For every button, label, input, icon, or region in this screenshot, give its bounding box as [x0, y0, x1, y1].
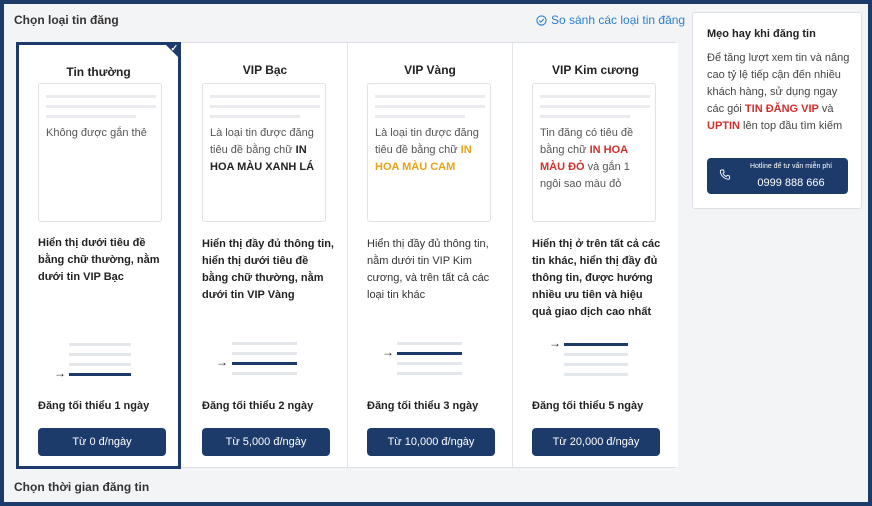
hotline-number: 0999 888 666: [757, 177, 825, 189]
tips-highlight-uptin: UPTIN: [707, 120, 740, 132]
preview-text: Là loại tin được đăng tiêu đề bằng chữ I…: [210, 127, 315, 173]
card-vip-bac[interactable]: VIP Bạc Là loại tin được đăng tiêu đề bằ…: [183, 43, 348, 467]
preview-box: Tin đăng có tiêu đề bằng chữ IN HOA MÀU …: [532, 83, 656, 222]
tips-highlight-vip: TIN ĐĂNG VIP: [744, 103, 819, 115]
rank-illustration: →: [19, 343, 184, 383]
hotline-label: Hotline để tư vấn miễn phí: [749, 163, 833, 170]
arrow-right-icon: →: [382, 345, 394, 359]
card-description: Hiển thị đầy đủ thông tin, hiển thị dưới…: [202, 238, 334, 301]
section-title-duration: Chọn thời gian đăng tin: [14, 480, 150, 494]
tips-title: Mẹo hay khi đăng tin: [707, 28, 816, 40]
card-description: Hiển thị ở trên tất cả các tin khác, hiể…: [532, 238, 661, 318]
min-days: Đăng tối thiểu 2 ngày: [202, 400, 314, 412]
check-circle-icon: [536, 14, 547, 26]
post-type-cards: ✓ Tin thường Không được gắn thẻ Hiển thị…: [16, 42, 678, 469]
min-days: Đăng tối thiểu 3 ngày: [367, 400, 479, 412]
min-days: Đăng tối thiểu 1 ngày: [38, 400, 150, 412]
arrow-right-icon: →: [549, 336, 561, 350]
tips-panel: Mẹo hay khi đăng tin Để tăng lượt xem ti…: [692, 12, 862, 209]
card-name: VIP Kim cương: [551, 63, 640, 77]
price-button[interactable]: Từ 0 đ/ngày: [38, 428, 166, 456]
arrow-right-icon: →: [54, 366, 66, 380]
hotline-button[interactable]: Hotline để tư vấn miễn phí 0999 888 666: [707, 158, 848, 194]
preview-text: Tin đăng có tiêu đề bằng chữ IN HOA MÀU …: [540, 127, 634, 190]
arrow-right-icon: →: [216, 355, 228, 369]
card-name: VIP Vàng: [404, 63, 456, 77]
card-description: Hiển thị dưới tiêu đề bằng chữ thường, n…: [38, 237, 160, 283]
compare-link[interactable]: So sánh các loại tin đăng: [536, 13, 685, 27]
rank-illustration: →: [513, 337, 678, 381]
rank-illustration: →: [183, 342, 348, 382]
preview-box: Là loại tin được đăng tiêu đề bằng chữ I…: [367, 83, 491, 222]
card-name: Tin thường: [66, 65, 131, 79]
card-name: VIP Bạc: [242, 63, 288, 77]
preview-box: Là loại tin được đăng tiêu đề bằng chữ I…: [202, 83, 326, 222]
price-button[interactable]: Từ 20,000 đ/ngày: [532, 428, 660, 456]
phone-icon: [719, 169, 731, 180]
check-icon: ✓: [170, 43, 178, 53]
compare-link-label: So sánh các loại tin đăng: [551, 13, 686, 27]
rank-illustration: →: [348, 342, 513, 382]
section-title: Chọn loại tin đăng: [14, 13, 119, 27]
price-button[interactable]: Từ 10,000 đ/ngày: [367, 428, 495, 456]
card-vip-vang[interactable]: VIP Vàng Là loại tin được đăng tiêu đề b…: [348, 43, 513, 467]
price-button[interactable]: Từ 5,000 đ/ngày: [202, 428, 330, 456]
min-days: Đăng tối thiểu 5 ngày: [532, 400, 644, 412]
preview-box: Không được gắn thẻ: [38, 83, 162, 222]
preview-text: Không được gắn thẻ: [46, 127, 147, 139]
card-tin-thuong[interactable]: ✓ Tin thường Không được gắn thẻ Hiển thị…: [16, 42, 181, 469]
card-vip-kim-cuong[interactable]: VIP Kim cương Tin đăng có tiêu đề bằng c…: [513, 43, 678, 467]
card-description: Hiển thị đầy đủ thông tin, nằm dưới tin …: [367, 238, 490, 301]
tips-body: Để tăng lượt xem tin và nâng cao tỷ lệ t…: [707, 52, 850, 132]
post-type-panel: Chọn loại tin đăng So sánh các loại tin …: [4, 4, 868, 502]
preview-text: Là loại tin được đăng tiêu đề bằng chữ I…: [375, 127, 479, 173]
